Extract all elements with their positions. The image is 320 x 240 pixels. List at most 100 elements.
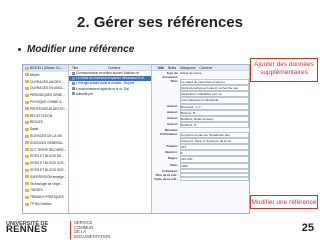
collection-item[interactable]: TRAVAUX PRATIQUES — [23, 194, 68, 201]
folder-icon — [25, 141, 29, 145]
bullet-text: Modifier une référence — [27, 44, 135, 55]
collection-label: OUVRAGES EN ANGL... — [30, 86, 66, 91]
collection-label: THESES — [30, 188, 43, 193]
item-creator: Bonnaud et al. — [124, 76, 145, 81]
collection-label: SCIENCES DE LA VIE — [30, 133, 63, 138]
collection-item[interactable]: BIOCELL (Manon Co... — [23, 65, 68, 72]
footer-logos: UNIVERSITÉ DE RENNES SERVICE COMMUN DE L… — [6, 218, 136, 240]
collection-item[interactable]: SITES ET BLOGS DE ... — [23, 153, 68, 160]
collection-item[interactable]: OUVRAGES EN ANGL... — [23, 85, 68, 92]
folder-icon — [25, 107, 29, 111]
item-detail-pane: Info Notes Marqueurs Connexe Type de docume… — [152, 65, 249, 213]
detail-tab[interactable]: Connexe — [199, 66, 212, 70]
field-value: Article de revue — [180, 71, 202, 75]
folder-icon — [25, 127, 29, 131]
university-line2: RENNES — [6, 224, 48, 235]
folder-icon — [25, 66, 29, 70]
collection-label: SITES ET BLOGS DE ... — [30, 154, 65, 159]
service-line4: DOCUMENTATION — [74, 233, 111, 239]
collection-label: SCT TERRE RECHERC... — [30, 147, 68, 152]
bullet-icon — [18, 47, 21, 51]
metadata-field: Type de document: Article de revue — [152, 71, 249, 80]
item-creator: Dal — [124, 86, 129, 91]
collection-item[interactable]: SCT TERRE RECHERC... — [23, 147, 68, 154]
collection-item[interactable]: SCIENCES DE LA VIE — [23, 133, 68, 140]
collection-item[interactable]: Santé — [23, 126, 68, 133]
detail-tab[interactable]: Marqueurs — [180, 66, 195, 70]
item-creator: Dupont — [124, 81, 135, 86]
collections-pane: BIOCELL (Manon Co... Moulin OUVRAGES ANCIE… — [23, 65, 69, 213]
field-label: Texte de la coll.: — [154, 176, 178, 181]
collection-label: Technologie de l'Ingé... — [30, 181, 63, 186]
collection-label: PHYSIQUE CHIMIE A... — [30, 99, 65, 104]
field-value[interactable] — [180, 176, 249, 181]
callout-add-data: Ajouter des données supplémentaires — [250, 58, 318, 82]
collection-item[interactable]: PERIODIQUES GENE... — [23, 92, 68, 99]
item-title: autoedit.pdf — [76, 91, 93, 96]
folder-icon — [25, 134, 29, 138]
collection-item[interactable]: Moulin — [23, 72, 68, 79]
document-icon — [72, 71, 75, 75]
folder-icon — [25, 168, 29, 172]
collection-label: PERIODIQUES GENE... — [30, 93, 65, 98]
item-row[interactable]: autoedit.pdf — [69, 92, 151, 97]
folder-icon — [25, 114, 29, 118]
folder-icon — [25, 175, 29, 179]
collection-item[interactable]: OUVRAGES ANCIEN... — [23, 79, 68, 86]
collection-item[interactable]: PHYSIQUE CHIMIE A... — [23, 99, 68, 106]
folder-icon — [25, 161, 29, 165]
folder-icon — [25, 100, 29, 104]
detail-tab[interactable]: Notes — [168, 66, 176, 70]
field-label: Type de document: — [162, 71, 178, 80]
document-icon — [72, 92, 75, 96]
collection-label: SUPERVISION enseign... — [30, 174, 67, 179]
collection-label: TP Bio Gestion — [30, 201, 52, 206]
collection-item[interactable]: SITES ET BLOGS SCR... — [23, 167, 68, 174]
document-icon — [72, 87, 75, 91]
folder-icon — [25, 80, 29, 84]
collection-label: RECETTATION — [30, 113, 53, 118]
folder-icon — [25, 121, 29, 125]
folder-icon — [25, 87, 29, 91]
document-icon — [72, 76, 75, 80]
collection-item[interactable]: PROFESSEUR DES EC... — [23, 106, 68, 113]
collection-label: OUVRAGES ANCIEN... — [30, 79, 64, 84]
bullet-point: Modifier une référence — [18, 44, 134, 55]
collection-item[interactable]: THESES — [23, 187, 68, 194]
collection-label: SCIENCES GENERAL... — [30, 140, 66, 145]
university-logo: UNIVERSITÉ DE RENNES — [6, 221, 48, 235]
metadata-field: Texte de la coll.: — [152, 176, 249, 181]
slide-title: 2. Gérer ses références — [77, 14, 243, 31]
collection-item[interactable]: REGLES — [23, 119, 68, 126]
callout-edit-reference: Modifier une référence — [250, 195, 318, 209]
collection-item[interactable]: RECETTATION — [23, 113, 68, 120]
service-logo: SERVICE COMMUN DE LA DOCUMENTATION — [70, 220, 111, 240]
collection-label: PROFESSEUR DES EC... — [30, 106, 68, 111]
collection-label: TRAVAUX PRATIQUES — [30, 195, 64, 200]
collection-item[interactable]: Technologie de l'Ingé... — [23, 181, 68, 188]
collection-item[interactable]: SCIENCES GENERAL... — [23, 140, 68, 147]
collection-label: BIOCELL (Manon Co... — [30, 66, 63, 70]
item-creator: Mathieu et — [124, 71, 139, 75]
items-pane: Titre Créateur Communication en milieu ac… — [69, 65, 152, 213]
detail-tab[interactable]: Info — [158, 66, 164, 70]
folder-icon — [25, 148, 29, 152]
document-icon — [72, 82, 75, 86]
collection-item[interactable]: SUPERVISION enseign... — [23, 174, 68, 181]
folder-icon — [25, 93, 29, 97]
collection-item[interactable]: SITES ET BLOGS SCR... — [23, 160, 68, 167]
collection-label: Santé — [30, 127, 39, 132]
zotero-window: BIOCELL (Manon Co... Moulin OUVRAGES ANCIE… — [22, 64, 250, 214]
collection-label: Moulin — [30, 72, 40, 77]
folder-icon — [25, 182, 29, 186]
collection-label: REGLES — [30, 120, 43, 125]
folder-icon — [25, 195, 29, 199]
collection-item[interactable]: TP Bio Gestion — [23, 201, 68, 208]
folder-icon — [25, 155, 29, 159]
collection-label: SITES ET BLOGS SCR... — [30, 161, 67, 166]
page-number: 25 — [301, 222, 314, 234]
folder-icon — [25, 189, 29, 192]
folder-icon — [25, 73, 29, 77]
collection-label: SITES ET BLOGS SCR... — [30, 167, 67, 172]
folder-icon — [25, 202, 29, 206]
